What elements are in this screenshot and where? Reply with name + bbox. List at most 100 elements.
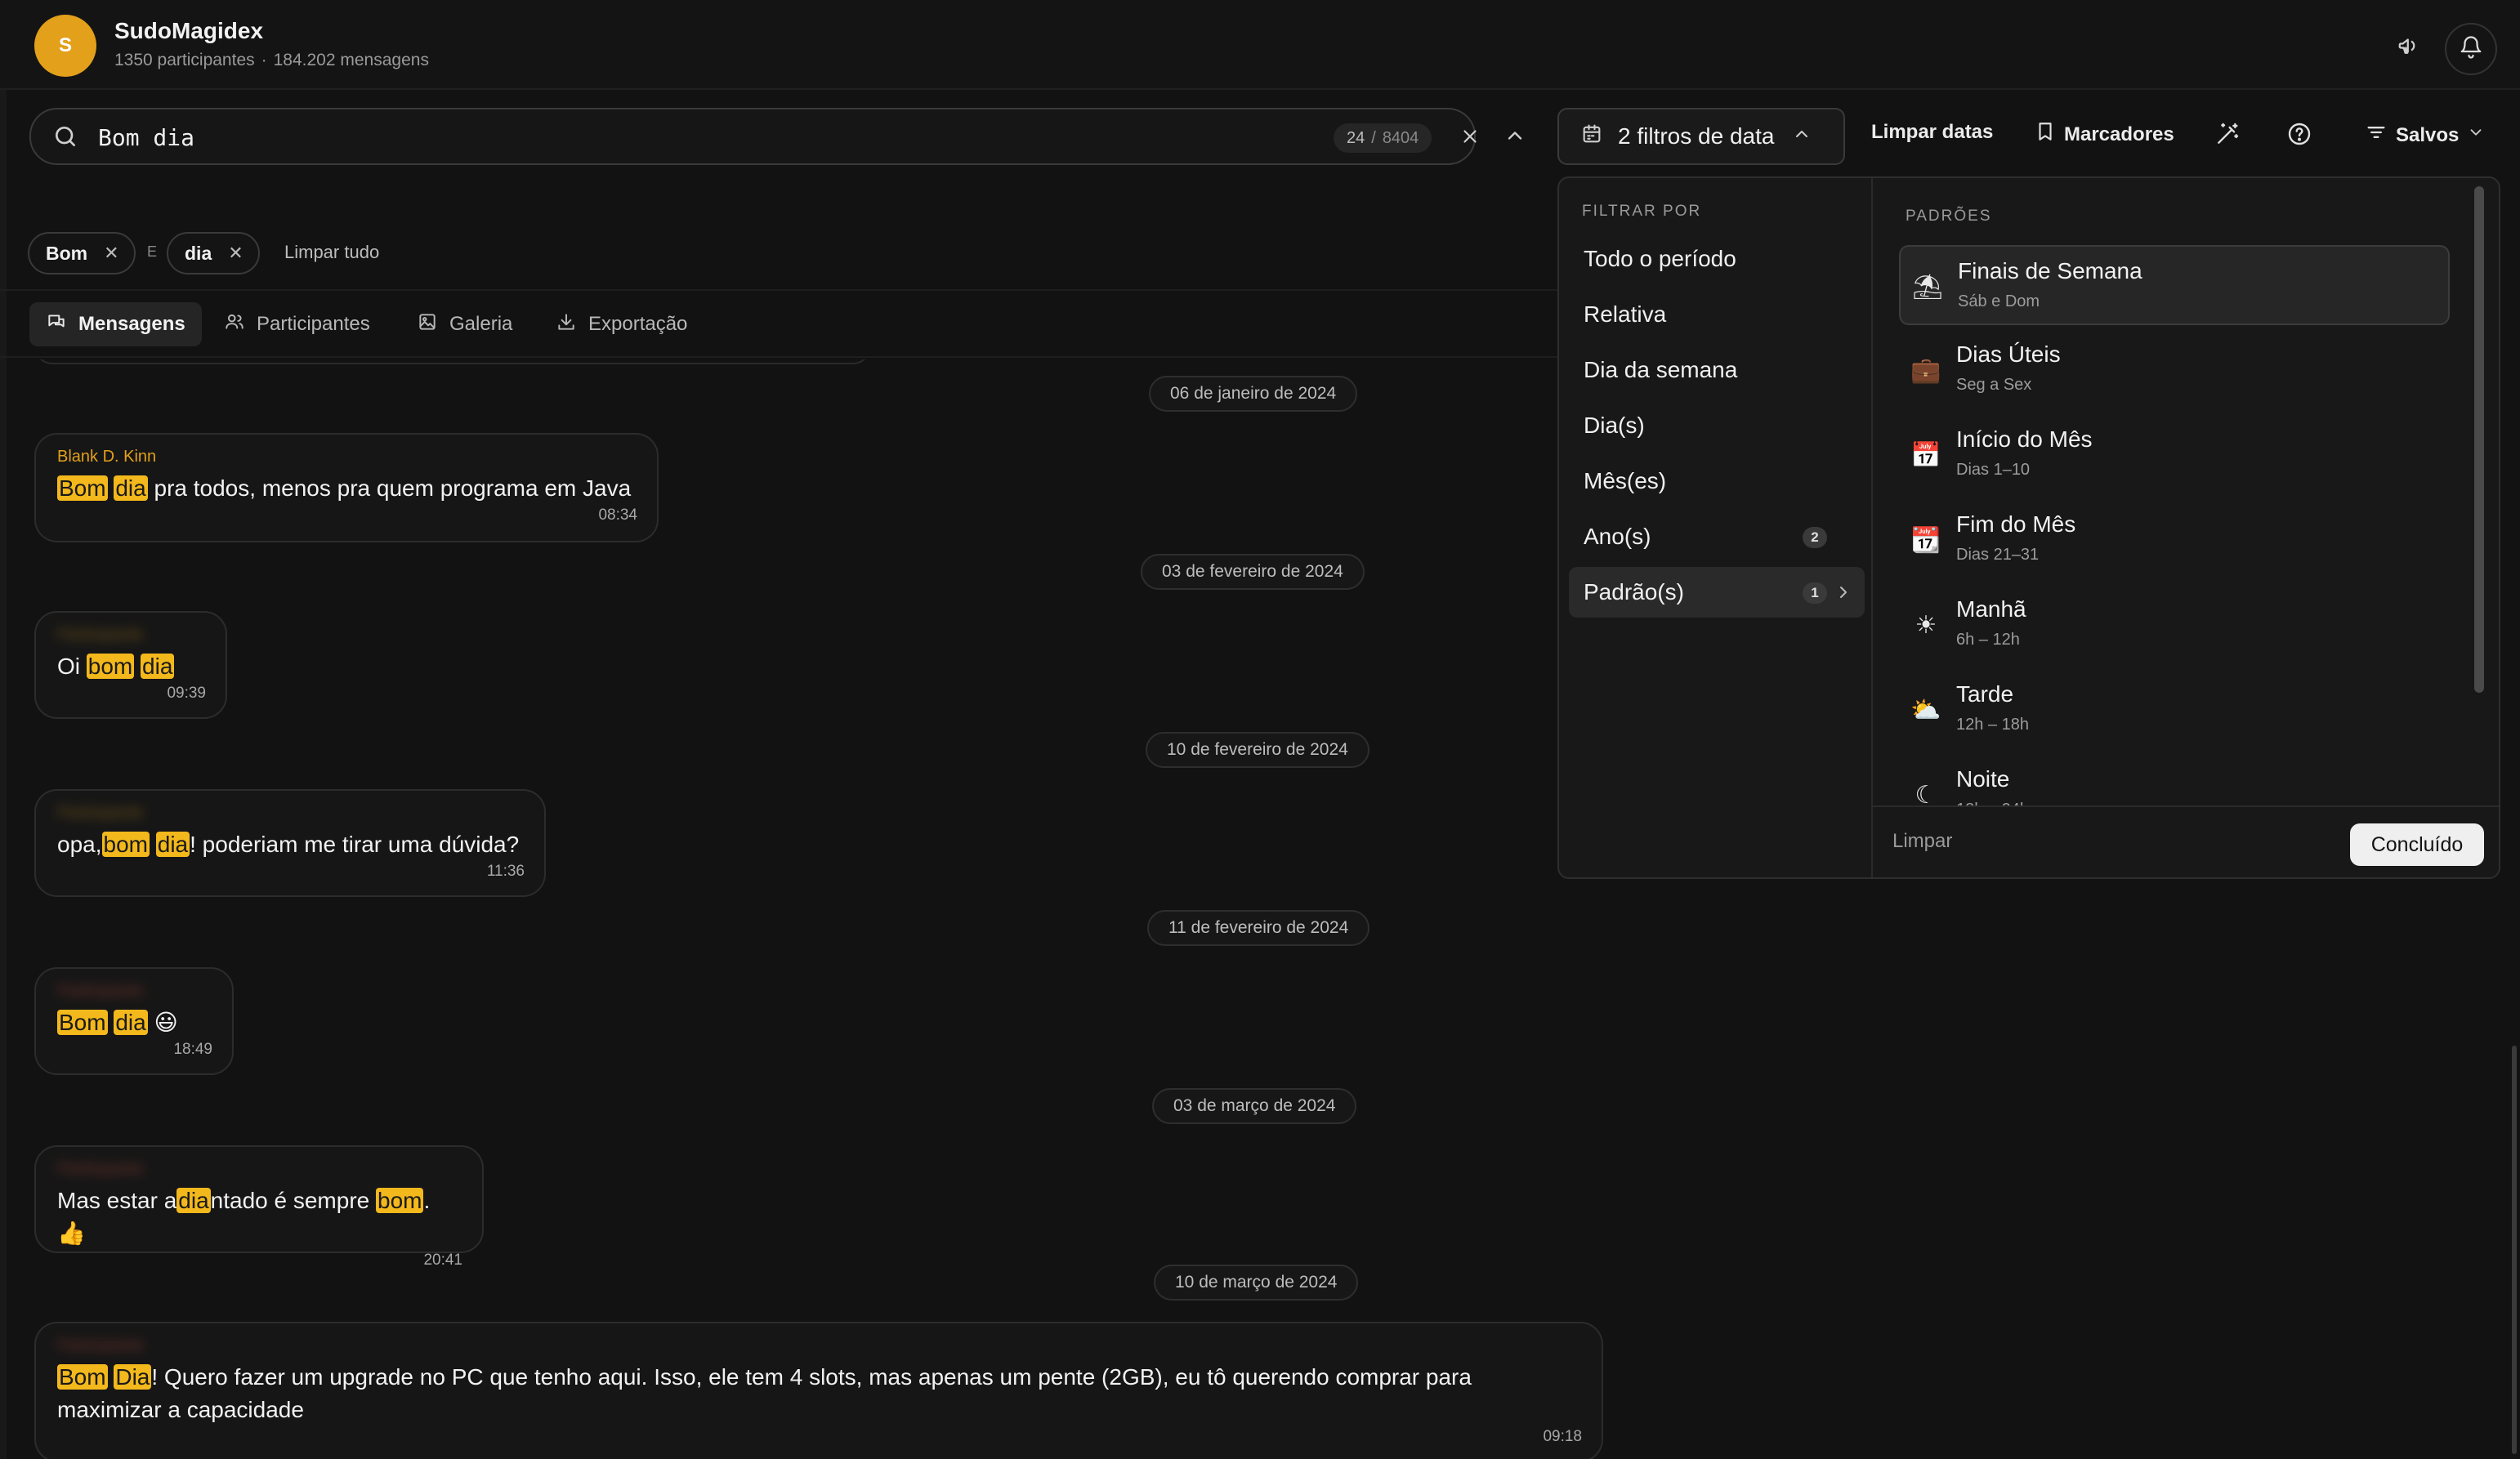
close-icon[interactable]: ✕ xyxy=(104,243,118,264)
date-separator: 03 de março de 2024 xyxy=(1152,1088,1357,1124)
tab-participants[interactable]: Participantes xyxy=(208,302,386,346)
megaphone-icon[interactable] xyxy=(2394,31,2424,60)
calendar-17-icon: 📅 xyxy=(1910,440,1941,470)
message-text-part: Mas estar a xyxy=(57,1188,177,1213)
count-badge: 2 xyxy=(1803,527,1827,548)
tab-label: Galeria xyxy=(449,313,513,335)
calendar-12-icon: 📆 xyxy=(1910,525,1941,555)
message-bubble[interactable]: Blank D. Kinn Bom dia pra todos, menos p… xyxy=(34,433,659,542)
message-time: 08:34 xyxy=(598,506,637,524)
filter-option-years[interactable]: Ano(s) 2 xyxy=(1569,511,1865,562)
chevron-up-icon xyxy=(1792,123,1812,149)
date-separator: 10 de março de 2024 xyxy=(1154,1265,1359,1301)
pattern-label: Manhã xyxy=(1956,596,2026,622)
done-button[interactable]: Concluído xyxy=(2350,823,2484,866)
message-time: 11:36 xyxy=(486,863,525,880)
message-text: Oi bom dia xyxy=(57,650,206,683)
pattern-option[interactable]: ☾Noite18h – 24h xyxy=(1899,755,2450,805)
message-text: Mas estar adiantado é sempre bom. 👍 xyxy=(57,1185,462,1250)
previous-message-edge xyxy=(34,359,871,364)
pattern-option[interactable]: ⛱ Finais de Semana Sáb e Dom xyxy=(1899,245,2450,325)
bookmark-icon xyxy=(2035,121,2056,148)
option-label: Dia(s) xyxy=(1584,413,1645,438)
date-filter-button[interactable]: 2 filtros de data xyxy=(1557,108,1845,165)
filter-option-weekday[interactable]: Dia da semana xyxy=(1569,345,1865,395)
search-input[interactable] xyxy=(98,121,1242,154)
message-text: Bom dia pra todos, menos pra quem progra… xyxy=(57,472,637,505)
clear-all-button[interactable]: Limpar tudo xyxy=(284,242,379,263)
search-term-chip[interactable]: Bom ✕ xyxy=(28,232,136,274)
search-highlight: dia xyxy=(141,654,175,679)
bookmarks-button[interactable]: Marcadores xyxy=(2035,121,2174,148)
pattern-sublabel: Seg a Sex xyxy=(1956,376,2032,394)
message-text: opa,bom dia! poderiam me tirar uma dúvid… xyxy=(57,828,525,861)
filter-option-relative[interactable]: Relativa xyxy=(1569,289,1865,340)
clear-button[interactable]: Limpar xyxy=(1892,830,1952,853)
message-sender[interactable]: Participante xyxy=(57,1158,462,1180)
saved-label: Salvos xyxy=(2396,123,2460,146)
message-text-part: 😃 xyxy=(147,1010,178,1035)
pattern-sublabel: 6h – 12h xyxy=(1956,631,2020,649)
filter-option-months[interactable]: Mês(es) xyxy=(1569,456,1865,506)
avatar[interactable]: S xyxy=(34,15,96,77)
message-text-part: opa, xyxy=(57,832,102,857)
message-time: 20:41 xyxy=(423,1252,462,1269)
filter-option-all-time[interactable]: Todo o período xyxy=(1569,234,1865,284)
message-text-part: pra todos, menos pra quem programa em Ja… xyxy=(147,475,632,501)
panel-scrollbar[interactable] xyxy=(2474,186,2484,693)
filter-option-patterns[interactable]: Padrão(s) 1 xyxy=(1569,567,1865,618)
search-highlight: dia xyxy=(176,1188,211,1213)
close-icon[interactable]: ✕ xyxy=(228,243,243,264)
filter-option-days[interactable]: Dia(s) xyxy=(1569,400,1865,451)
message-sender[interactable]: Participante xyxy=(57,1335,1582,1356)
magic-wand-button[interactable] xyxy=(2214,121,2241,153)
magic-wand-icon xyxy=(2214,121,2241,153)
sun-icon: ☀ xyxy=(1915,610,1937,640)
date-filter-panel: FILTRAR POR Todo o período Relativa Dia … xyxy=(1557,176,2500,879)
search-highlight: Dia xyxy=(114,1364,152,1390)
tab-export[interactable]: Exportação xyxy=(539,302,704,346)
pattern-sublabel: Sáb e Dom xyxy=(1958,292,2040,310)
date-filter-label: 2 filtros de data xyxy=(1618,123,1775,149)
message-text: Bom Dia! Quero fazer um upgrade no PC qu… xyxy=(57,1361,1528,1426)
message-bubble[interactable]: Participante Oi bom dia 09:39 xyxy=(34,611,227,719)
search-result-counter: 24 / 8404 xyxy=(1334,123,1432,153)
message-bubble[interactable]: Participante Bom dia 😃 18:49 xyxy=(34,967,234,1075)
clear-search-button[interactable] xyxy=(1456,124,1484,152)
search-highlight: dia xyxy=(155,832,190,857)
message-bubble[interactable]: Participante Bom Dia! Quero fazer um upg… xyxy=(34,1322,1603,1459)
tab-gallery[interactable]: Galeria xyxy=(400,302,529,346)
message-sender[interactable]: Participante xyxy=(57,980,212,1002)
filter-options-list: FILTRAR POR Todo o período Relativa Dia … xyxy=(1559,178,1873,877)
message-text-part xyxy=(150,832,156,857)
collapse-search-button[interactable] xyxy=(1500,123,1530,152)
pattern-option[interactable]: 💼 Dias Úteis Seg a Sex xyxy=(1899,330,2450,410)
pattern-option[interactable]: ⛅ Tarde 12h – 18h xyxy=(1899,670,2450,750)
pattern-option[interactable]: 📅 Início do Mês Dias 1–10 xyxy=(1899,415,2450,495)
message-bubble[interactable]: Participante opa,bom dia! poderiam me ti… xyxy=(34,789,546,897)
participants-count: 1350 participantes xyxy=(114,51,255,69)
message-sender[interactable]: Blank D. Kinn xyxy=(57,446,637,467)
clear-dates-button[interactable]: Limpar datas xyxy=(1871,121,1993,144)
pattern-sublabel: 12h – 18h xyxy=(1956,716,2029,734)
option-label: Padrão(s) xyxy=(1584,579,1684,605)
patterns-heading: PADRÕES xyxy=(1906,207,1992,225)
pattern-option[interactable]: 📆 Fim do Mês Dias 21–31 xyxy=(1899,500,2450,580)
page-scrollbar[interactable] xyxy=(2512,1046,2517,1454)
notifications-button[interactable] xyxy=(2445,23,2497,75)
help-button[interactable] xyxy=(2286,121,2312,153)
chat-subtitle: 1350 participantes · 184.202 mensagens xyxy=(114,51,429,70)
message-sender[interactable]: Participante xyxy=(57,624,206,645)
message-bubble[interactable]: Participante Mas estar adiantado é sempr… xyxy=(34,1145,484,1269)
tab-messages[interactable]: Mensagens xyxy=(29,302,202,346)
search-box[interactable]: 24 / 8404 xyxy=(29,108,1477,165)
pattern-label: Tarde xyxy=(1956,681,2014,707)
date-separator: 10 de fevereiro de 2024 xyxy=(1146,732,1369,768)
moon-icon: ☾ xyxy=(1915,780,1937,806)
search-term-chip[interactable]: dia ✕ xyxy=(167,232,260,274)
chip-label: dia xyxy=(185,242,212,264)
saved-filters-button[interactable]: Salvos xyxy=(2365,121,2485,149)
pattern-option[interactable]: ☀ Manhã 6h – 12h xyxy=(1899,585,2450,665)
panel-footer: Limpar Concluído xyxy=(1873,805,2499,877)
message-sender[interactable]: Participante xyxy=(57,802,525,823)
